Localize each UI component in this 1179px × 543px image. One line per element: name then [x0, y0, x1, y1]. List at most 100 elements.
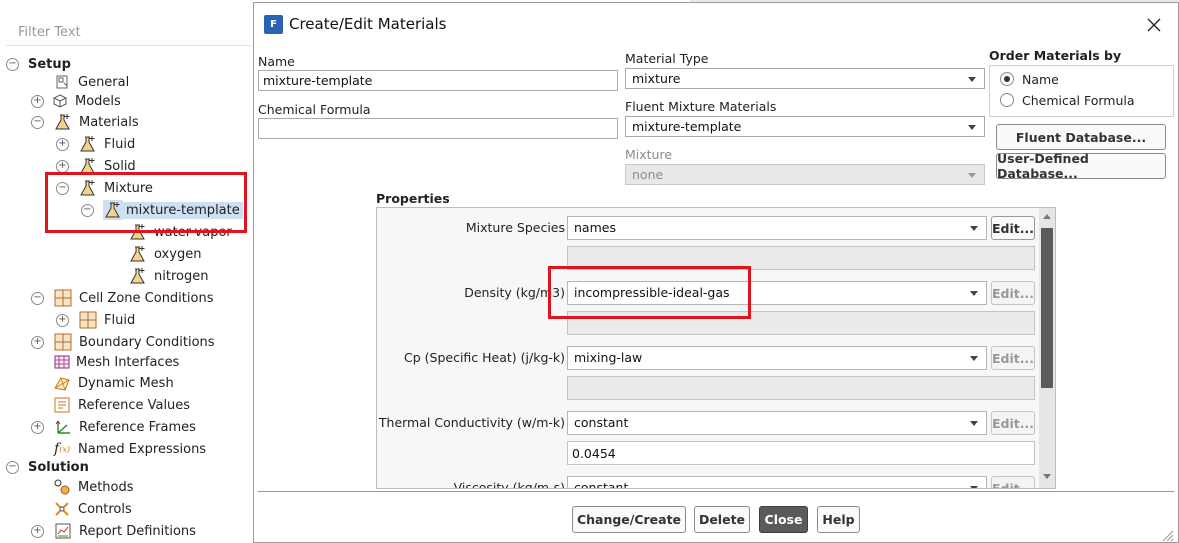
thermal-conductivity-label: Thermal Conductivity (w/m-k): [378, 415, 565, 430]
viscosity-select[interactable]: constant: [567, 476, 987, 489]
tree-item-nitrogen[interactable]: nitrogen: [128, 266, 208, 286]
order-by-name-radio[interactable]: [1000, 72, 1014, 86]
name-input[interactable]: mixture-template: [258, 70, 618, 91]
mixture-species-label: Mixture Species: [465, 220, 565, 235]
order-materials-label: Order Materials by: [989, 48, 1122, 63]
mixture-species-edit-button[interactable]: Edit...: [991, 216, 1035, 240]
thermal-conductivity-select[interactable]: constant: [567, 411, 987, 435]
density-value: incompressible-ideal-gas: [574, 285, 730, 300]
order-materials-group: Name Chemical Formula: [989, 65, 1174, 117]
chemical-formula-label: Chemical Formula: [258, 102, 371, 117]
create-edit-materials-dialog: F Create/Edit Materials Name mixture-tem…: [253, 2, 1179, 543]
mixture-species-field: [567, 246, 1035, 270]
density-edit-button[interactable]: Edit...: [991, 281, 1035, 305]
close-button[interactable]: Close: [759, 506, 808, 533]
tree-item-controls[interactable]: Controls: [52, 499, 132, 519]
grid-zone-icon: [53, 288, 73, 308]
dialog-title: Create/Edit Materials: [289, 15, 447, 33]
tree-label-mesh-interfaces: Mesh Interfaces: [76, 354, 180, 370]
mixture-species-value: names: [574, 220, 616, 235]
fluent-mixture-materials-select[interactable]: mixture-template: [625, 116, 985, 137]
fluent-database-button[interactable]: Fluent Database...: [996, 124, 1166, 150]
reference-values-icon: [52, 395, 72, 415]
material-type-value: mixture: [632, 71, 681, 86]
tree-label-general: General: [78, 74, 130, 90]
properties-scrollbar[interactable]: [1039, 208, 1055, 488]
resize-grip-icon[interactable]: [1160, 528, 1174, 542]
chevron-down-icon: [970, 486, 978, 488]
material-type-select[interactable]: mixture: [625, 68, 985, 89]
collapse-icon[interactable]: −: [6, 57, 19, 71]
expand-icon[interactable]: +: [56, 159, 69, 173]
outline-tree-panel: − Setup General + Models − Materials + F…: [0, 0, 254, 543]
tree-item-dynamic-mesh[interactable]: Dynamic Mesh: [52, 373, 174, 393]
cp-edit-button[interactable]: Edit...: [991, 346, 1035, 370]
density-select[interactable]: incompressible-ideal-gas: [567, 281, 987, 305]
expand-icon[interactable]: +: [56, 137, 69, 151]
tree-item-mixture[interactable]: − Mixture: [56, 178, 153, 198]
tree-item-mesh-interfaces[interactable]: Mesh Interfaces: [52, 352, 179, 372]
help-button[interactable]: Help: [817, 506, 860, 533]
tree-label-named-expressions: Named Expressions: [78, 441, 207, 457]
mesh-interface-icon: [52, 352, 72, 372]
tree-item-methods[interactable]: Methods: [52, 477, 134, 497]
tree-label-models: Models: [75, 93, 121, 109]
viscosity-edit-button[interactable]: Edit...: [991, 476, 1035, 488]
tree-item-report-definitions[interactable]: + Report Definitions: [31, 521, 196, 541]
cp-label: Cp (Specific Heat) (j/kg-k): [404, 350, 565, 365]
scroll-up-icon[interactable]: [1043, 214, 1051, 219]
tree-item-mixture-template[interactable]: − mixture-template: [81, 200, 243, 220]
expand-icon[interactable]: +: [56, 313, 69, 327]
material-type-label: Material Type: [625, 51, 709, 66]
tree-item-setup[interactable]: − Setup: [6, 54, 71, 74]
change-create-button[interactable]: Change/Create: [572, 506, 686, 533]
viscosity-value: constant: [574, 480, 629, 489]
tree-item-fluid[interactable]: + Fluid: [56, 134, 135, 154]
properties-label: Properties: [376, 191, 450, 206]
tree-item-reference-values[interactable]: Reference Values: [52, 395, 190, 415]
tree-item-water-vapor[interactable]: water-vapor: [128, 222, 232, 242]
expand-icon[interactable]: +: [31, 524, 44, 538]
expand-icon[interactable]: +: [31, 94, 44, 108]
tree-item-named-expressions[interactable]: f (x) Named Expressions: [52, 439, 206, 459]
mixture-species-select[interactable]: names: [567, 216, 987, 240]
collapse-icon[interactable]: −: [31, 291, 44, 305]
scrollbar-thumb[interactable]: [1041, 228, 1053, 388]
close-icon[interactable]: [1144, 15, 1164, 35]
chevron-down-icon: [970, 291, 978, 296]
filter-text-input[interactable]: [6, 19, 251, 46]
chemical-formula-input[interactable]: [258, 118, 618, 139]
function-icon: f (x): [54, 441, 70, 457]
order-by-formula-radio[interactable]: [1000, 93, 1014, 107]
chevron-down-icon: [968, 173, 976, 178]
cp-select[interactable]: mixing-law: [567, 346, 987, 370]
tree-label-dynamic-mesh: Dynamic Mesh: [78, 375, 174, 391]
collapse-icon[interactable]: −: [31, 115, 44, 129]
tree-item-boundary-conditions[interactable]: + Boundary Conditions: [31, 332, 215, 352]
collapse-icon[interactable]: −: [56, 181, 69, 195]
tree-item-reference-frames[interactable]: + Reference Frames: [31, 417, 196, 437]
tree-item-models[interactable]: + Models: [31, 91, 121, 111]
expand-icon[interactable]: +: [31, 420, 44, 434]
thermal-conductivity-edit-button[interactable]: Edit...: [991, 411, 1035, 435]
tree-item-solid[interactable]: + Solid: [56, 156, 136, 176]
dialog-title-bar[interactable]: F Create/Edit Materials: [254, 3, 1178, 46]
chevron-down-icon: [968, 125, 976, 130]
collapse-icon[interactable]: −: [6, 460, 19, 474]
scroll-down-icon[interactable]: [1043, 474, 1051, 479]
collapse-icon[interactable]: −: [81, 203, 94, 217]
tree-item-oxygen[interactable]: oxygen: [128, 244, 201, 264]
tree-item-general[interactable]: General: [52, 72, 129, 92]
mixture-select[interactable]: none: [625, 164, 985, 185]
density-label: Density (kg/m3): [464, 285, 565, 300]
tree-item-cell-zone-conditions[interactable]: − Cell Zone Conditions: [31, 288, 213, 308]
delete-button[interactable]: Delete: [694, 506, 750, 533]
user-defined-database-button[interactable]: User-Defined Database...: [996, 151, 1166, 181]
thermal-conductivity-input[interactable]: 0.0454: [567, 441, 1035, 465]
tree-item-solution[interactable]: − Solution: [6, 457, 89, 477]
mixture-value: none: [632, 167, 664, 182]
flask-icon: [128, 244, 148, 264]
expand-icon[interactable]: +: [31, 335, 44, 349]
tree-item-materials[interactable]: − Materials: [31, 112, 139, 132]
tree-item-cz-fluid[interactable]: + Fluid: [56, 310, 135, 330]
